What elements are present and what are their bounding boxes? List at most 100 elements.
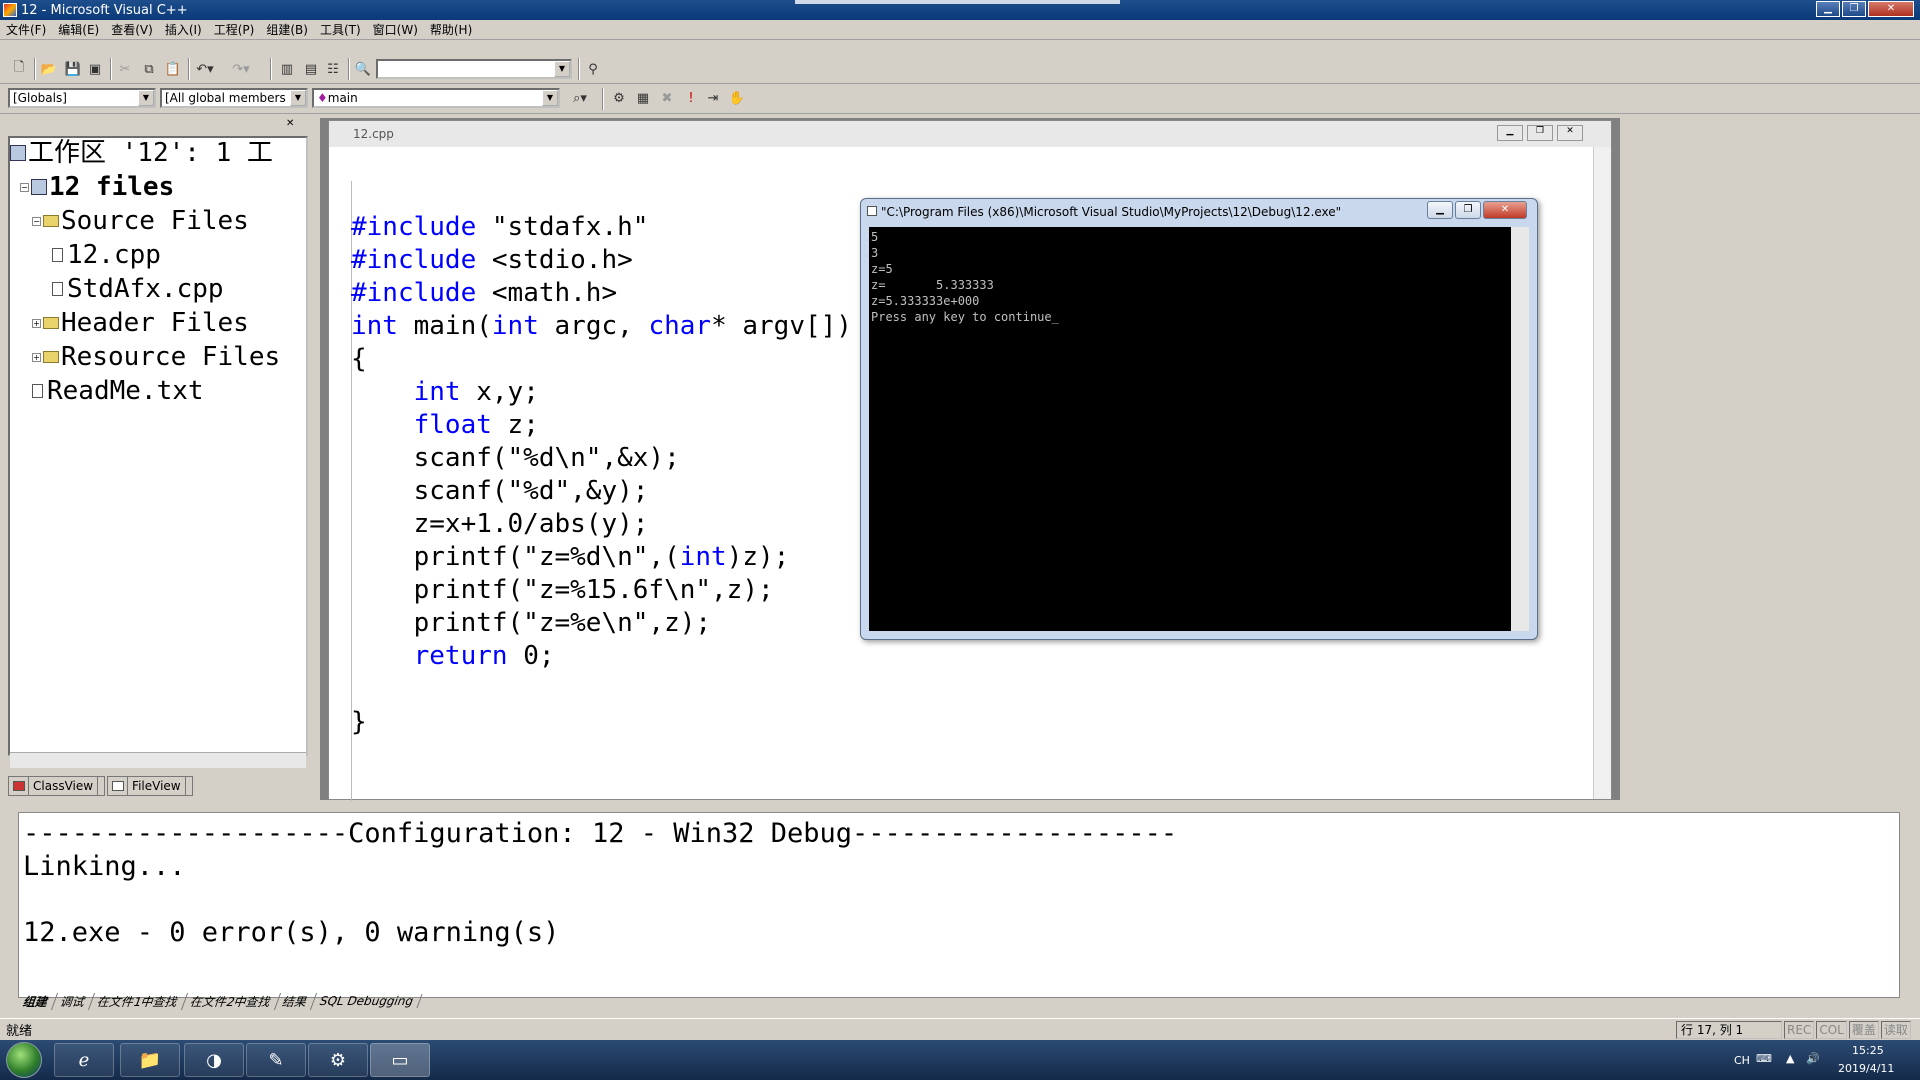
tree-node-4[interactable]: StdAfx.cpp [52,272,224,306]
open-icon[interactable]: 📂 [38,58,60,80]
wizard-toolbar: [Globals] ▼ [All global members ▼ ♦main ▼ ⌕… [0,84,1920,114]
paste-icon[interactable]: 📋 [162,58,184,80]
console-taskbar-icon[interactable]: ▭ [370,1043,430,1077]
menu-item-4[interactable]: 工程(P) [208,21,261,38]
expand-icon[interactable]: + [32,318,41,328]
workspace-icon[interactable]: ▥ [276,58,298,80]
volume-icon[interactable]: 🔊 [1806,1052,1820,1065]
close-button[interactable]: ✕ [1868,1,1914,17]
code-token: )z); [726,542,790,572]
code-line: z=x+1.0/abs(y); [351,508,852,541]
copy-icon[interactable]: ⧉ [138,58,160,80]
tree-node-label: 工作区 '12': 1 工 [28,138,273,168]
menu-item-5[interactable]: 组建(B) [260,21,314,38]
binoculars-icon[interactable]: ⚲ [582,58,604,80]
status-ready: 就绪 [6,1024,33,1039]
maximize-button[interactable]: ❐ [1842,1,1866,17]
cut-icon[interactable]: ✂ [114,58,136,80]
compile-icon[interactable]: ⚙ [608,87,630,109]
menu-item-1[interactable]: 编辑(E) [52,21,105,38]
editor-tab[interactable]: 12.cpp [329,121,1611,147]
folder-icon [43,215,59,227]
console-line: 3 [871,246,879,260]
build-icon[interactable]: ▦ [632,87,654,109]
go-icon[interactable]: ⇥ [702,87,724,109]
media-taskbar-icon[interactable]: ◑ [184,1043,244,1077]
find-in-files-icon[interactable]: 🔍 [352,58,374,80]
members-combo[interactable]: [All global members ▼ [160,88,308,108]
breakpoint-icon[interactable]: ✋ [726,87,748,109]
code-token: #include [351,245,477,275]
output-window-icon[interactable]: ▤ [300,58,322,80]
tree-node-2[interactable]: − Source Files [32,204,249,238]
workspace-tree[interactable]: 工作区 '12': 1 工 − 12 files − Source Files 12.cp… [8,136,308,756]
tray-arrow-icon[interactable]: ▲ [1786,1052,1794,1065]
console-icon [867,206,877,216]
keyboard-icon[interactable]: ⌨ [1756,1052,1772,1065]
explorer-taskbar-icon[interactable]: 📁 [120,1043,180,1077]
console-window[interactable]: "C:\Program Files (x86)\Microsoft Visual… [860,198,1538,640]
classview-icon [13,781,25,791]
menu-item-8[interactable]: 帮助(H) [424,21,478,38]
save-all-icon[interactable]: ▣ [84,58,106,80]
console-vscroll[interactable] [1511,227,1529,631]
undo-icon[interactable]: ↶▾ [194,58,216,80]
tree-node-1[interactable]: − 12 files [20,170,174,204]
window-list-icon[interactable]: ☷ [322,58,344,80]
clock-date[interactable]: 2019/4/11 [1838,1062,1894,1075]
execute-icon[interactable]: ! [680,87,702,109]
workspace-tab-classview[interactable]: ClassView [8,776,106,796]
code-token: z=x+1.0/abs(y); [351,509,649,539]
file-icon [52,248,63,262]
redo-icon[interactable]: ↷▾ [230,58,252,80]
indicator-0: REC [1784,1021,1815,1039]
function-combo[interactable]: ♦main ▼ [312,88,560,108]
console-maximize-button[interactable]: ❐ [1455,201,1481,219]
new-file-icon[interactable]: 🗋 [8,58,30,80]
tree-hscroll[interactable] [10,752,306,768]
menu-item-0[interactable]: 文件(F) [0,21,52,38]
code-token: * argv[]) [711,311,852,341]
editor-minimize-icon[interactable]: ▁ [1497,125,1523,141]
workspace-tab-fileview[interactable]: FileView [107,776,193,796]
ime-indicator[interactable]: CH [1734,1054,1750,1067]
expand-icon[interactable]: + [32,352,41,362]
class-combo[interactable]: [Globals] ▼ [8,88,156,108]
output-tab[interactable]: SQL Debugging [311,994,424,1008]
find-combo[interactable]: ▼ [376,59,572,79]
start-button[interactable] [6,1042,42,1078]
menu-item-7[interactable]: 窗口(W) [367,21,424,38]
stop-build-icon[interactable]: ✖ [656,87,678,109]
minimize-button[interactable]: ▁ [1816,1,1840,17]
tree-node-6[interactable]: + Resource Files [32,340,280,374]
menu-item-3[interactable]: 插入(I) [159,21,208,38]
menu-item-2[interactable]: 查看(V) [105,21,159,38]
menu-item-6[interactable]: 工具(T) [314,21,367,38]
editor-vscroll[interactable] [1593,147,1611,799]
output-tab[interactable]: 调试 [51,992,96,1010]
code-token: #include [351,278,477,308]
notepad-taskbar-icon[interactable]: ✎ [246,1043,306,1077]
tree-node-5[interactable]: + Header Files [32,306,249,340]
wizard-action-icon[interactable]: ⌕▾ [562,87,598,109]
output-tab[interactable]: 在文件1中查找 [88,992,188,1010]
console-minimize-button[interactable]: ▁ [1427,201,1453,219]
console-close-button[interactable]: ✕ [1483,201,1527,219]
tree-node-label: ReadMe.txt [47,376,204,406]
editor-restore-icon[interactable]: ❐ [1527,125,1553,141]
workspace-close-icon[interactable]: ✕ [286,118,294,129]
expand-icon[interactable]: − [20,182,29,192]
expand-icon[interactable]: − [32,216,41,226]
tree-node-3[interactable]: 12.cpp [52,238,161,272]
ie-taskbar-icon[interactable]: ℯ [54,1043,114,1077]
vc-taskbar-icon[interactable]: ⚙ [308,1043,368,1077]
code-area[interactable]: #include "stdafx.h" #include <stdio.h> #in… [351,211,852,739]
save-icon[interactable]: 💾 [62,58,84,80]
tree-node-7[interactable]: ReadMe.txt [32,374,204,408]
tree-node-0[interactable]: 工作区 '12': 1 工 [10,138,273,170]
editor-close-icon[interactable]: ✕ [1557,125,1583,141]
clock-time[interactable]: 15:25 [1852,1044,1884,1057]
output-tab[interactable]: 在文件2中查找 [181,992,281,1010]
output-tab[interactable]: 组建 [14,992,59,1010]
